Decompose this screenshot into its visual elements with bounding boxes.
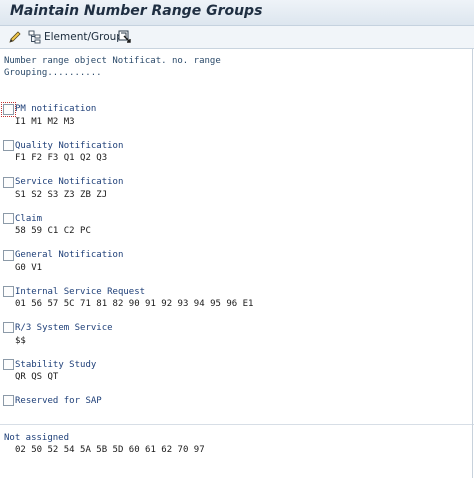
group-name[interactable]: Claim [15, 214, 42, 224]
group-checkbox-pm-notification[interactable] [1, 102, 16, 117]
group-checkbox-stability-study[interactable] [3, 359, 14, 370]
group-checkbox-internal-service-request[interactable] [3, 286, 14, 297]
main-content: Number range object Notificat. no. range… [0, 49, 474, 478]
frame-edge [472, 49, 473, 478]
number-range-object-line: Number range object Notificat. no. range [4, 56, 221, 66]
change-button[interactable] [8, 29, 22, 45]
group-checkbox-general-notification[interactable] [3, 250, 14, 261]
group-checkbox-r3-system-service[interactable] [3, 322, 14, 333]
group-codes: 58 59 C1 C2 PC [15, 226, 91, 236]
application-toolbar: Element/Group [0, 26, 474, 49]
group-name[interactable]: Internal Service Request [15, 287, 145, 297]
group-codes: 01 56 57 5C 71 81 82 90 91 92 93 94 95 9… [15, 299, 254, 309]
group-codes: F1 F2 F3 Q1 Q2 Q3 [15, 153, 108, 163]
not-assigned-codes: 02 50 52 54 5A 5B 5D 60 61 62 70 97 [15, 445, 205, 455]
pencil-icon [9, 31, 21, 43]
group-codes: S1 S2 S3 Z3 ZB ZJ [15, 190, 108, 200]
group-name[interactable]: R/3 System Service [15, 323, 113, 333]
group-name[interactable]: Reserved for SAP [15, 396, 102, 406]
page-title: Maintain Number Range Groups [10, 3, 263, 19]
group-codes: $$ [15, 336, 26, 346]
group-codes: G0 V1 [15, 263, 43, 273]
group-name[interactable]: Stability Study [15, 360, 96, 370]
group-name[interactable]: Service Notification [15, 177, 123, 187]
group-name[interactable]: PM notification [15, 104, 96, 114]
group-checkbox-claim[interactable] [3, 213, 14, 224]
section-divider [0, 424, 474, 425]
group-checkbox-service-notification[interactable] [3, 177, 14, 188]
group-name[interactable]: Quality Notification [15, 141, 123, 151]
group-checkbox-reserved-for-sap[interactable] [3, 395, 14, 406]
select-icon [118, 30, 131, 43]
group-codes: I1 M1 M2 M3 [15, 117, 75, 127]
grouping-line: Grouping.......... [4, 68, 102, 78]
title-bar: Maintain Number Range Groups [0, 0, 474, 26]
select-button[interactable] [118, 29, 132, 45]
group-checkbox-quality-notification[interactable] [3, 140, 14, 151]
not-assigned-label: Not assigned [4, 433, 70, 443]
group-name[interactable]: General Notification [15, 250, 123, 260]
group-codes: QR QS QT [15, 372, 59, 382]
hierarchy-icon [28, 30, 41, 44]
element-group-button[interactable]: Element/Group [28, 29, 123, 45]
element-group-label: Element/Group [44, 31, 123, 43]
